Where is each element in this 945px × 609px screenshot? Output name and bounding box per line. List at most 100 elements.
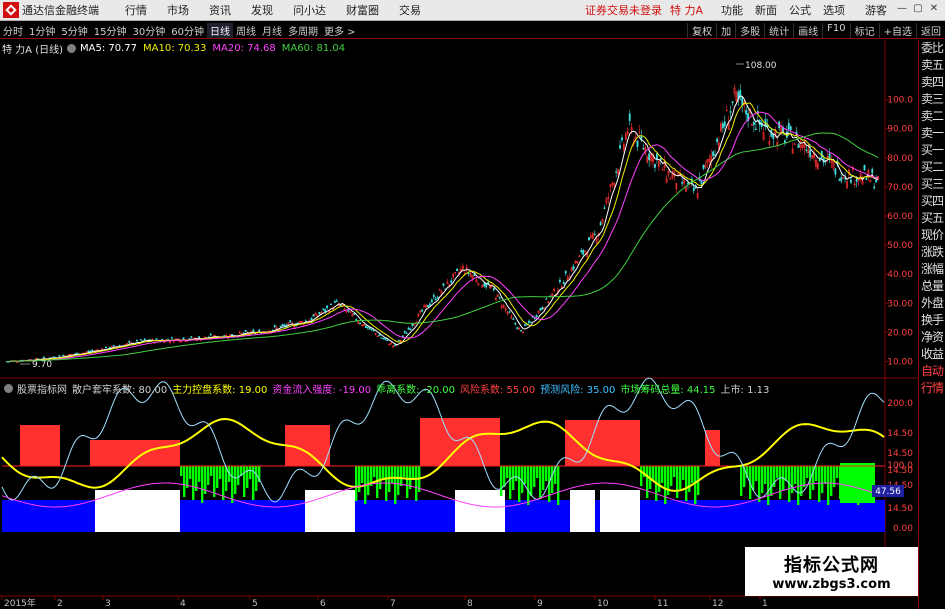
kline-chart-canvas[interactable]: 100.090.0080.0070.0060.0050.0040.0030.00… — [0, 0, 945, 609]
period-tab-daily[interactable]: 日线 — [206, 22, 233, 38]
side-item-17[interactable]: 净资 — [919, 329, 945, 346]
statistics-button[interactable]: 统计 — [764, 22, 793, 38]
candle-body — [182, 337, 185, 340]
menu-options[interactable]: 选项 — [817, 2, 851, 18]
indicator-settings-icon[interactable] — [4, 383, 13, 393]
candle-body — [403, 331, 406, 333]
candle-body — [805, 149, 808, 151]
side-item-7[interactable]: 买二 — [919, 159, 945, 176]
price-tick-label: 70.00 — [887, 183, 913, 193]
indicator-white-block — [95, 490, 180, 532]
menu-ask[interactable]: 问小达 — [283, 2, 336, 18]
add-button[interactable]: 加 — [716, 22, 735, 38]
indicator-green-bar — [358, 466, 361, 492]
period-tab-intraday[interactable]: 分时 — [0, 23, 26, 38]
indicator-green-bar — [664, 466, 667, 504]
period-tab-5min[interactable]: 5分钟 — [58, 23, 90, 38]
add-watchlist-button[interactable]: +自选 — [878, 22, 916, 38]
indicator-green-bar — [785, 466, 788, 481]
candle-body — [353, 313, 356, 315]
back-button[interactable]: 返回 — [916, 22, 945, 38]
candle-body — [485, 284, 488, 288]
guest-label[interactable]: 游客 — [865, 2, 887, 18]
side-item-10[interactable]: 买五 — [919, 210, 945, 227]
menu-wealth[interactable]: 财富圈 — [336, 2, 389, 18]
candle-body — [333, 301, 336, 303]
indicator-green-bar — [557, 466, 560, 505]
side-item-6[interactable]: 买一 — [919, 142, 945, 159]
side-item-14[interactable]: 总量 — [919, 278, 945, 295]
period-tab-multi[interactable]: 多周期 — [285, 23, 321, 38]
side-item-20[interactable]: 行情 — [919, 380, 945, 397]
side-item-16[interactable]: 换手 — [919, 312, 945, 329]
maximize-icon[interactable]: ▢ — [911, 3, 925, 17]
time-label: 11 — [657, 599, 668, 609]
candle-body — [772, 133, 775, 139]
indicator-green-bar — [500, 466, 503, 496]
candle-body — [483, 283, 486, 287]
candle-body — [411, 323, 414, 327]
candle-body — [335, 300, 338, 302]
price-tick-label: 50.00 — [887, 241, 913, 251]
indicator-green-bar — [506, 466, 509, 478]
menu-market[interactable]: 市场 — [157, 2, 199, 18]
side-item-8[interactable]: 买三 — [919, 176, 945, 193]
login-status[interactable]: 证券交易未登录 — [585, 2, 662, 18]
low-price-label: 9.70 — [32, 360, 52, 370]
multi-stock-button[interactable]: 多股 — [735, 22, 764, 38]
candle-body — [529, 321, 532, 323]
indicator-green-bar — [685, 466, 688, 501]
side-item-11[interactable]: 现价 — [919, 227, 945, 244]
side-item-4[interactable]: 卖二 — [919, 108, 945, 125]
menu-discover[interactable]: 发现 — [241, 2, 283, 18]
menu-new-page[interactable]: 新面 — [749, 2, 783, 18]
side-item-15[interactable]: 外盘 — [919, 295, 945, 312]
indicator-current-value: 47.56 — [875, 487, 901, 497]
candle-body — [797, 144, 800, 148]
close-icon[interactable]: ✕ — [927, 3, 941, 17]
menu-news[interactable]: 资讯 — [199, 2, 241, 18]
minimize-icon[interactable]: — — [895, 3, 909, 17]
side-item-12[interactable]: 涨跌 — [919, 244, 945, 261]
f10-button[interactable]: F10 — [822, 22, 849, 38]
time-label: 12 — [712, 599, 723, 609]
candle-body — [355, 319, 358, 321]
period-tab-60min[interactable]: 60分钟 — [168, 23, 207, 38]
candle-body — [729, 111, 732, 113]
side-item-13[interactable]: 涨幅 — [919, 261, 945, 278]
indicator-tick-label: 0.00 — [893, 524, 913, 534]
side-item-5[interactable]: 卖一 — [919, 125, 945, 142]
side-item-3[interactable]: 卖三 — [919, 91, 945, 108]
candle-body — [871, 168, 874, 174]
period-tab-30min[interactable]: 30分钟 — [129, 23, 168, 38]
chart-stock-title: 特 力A (日线) — [2, 44, 64, 56]
period-tab-monthly[interactable]: 月线 — [259, 23, 285, 38]
period-tab-more[interactable]: 更多 > — [321, 23, 359, 38]
adjust-button[interactable]: 复权 — [687, 22, 716, 38]
period-tab-15min[interactable]: 15分钟 — [91, 23, 130, 38]
side-item-2[interactable]: 卖四 — [919, 74, 945, 91]
indicator-toggle-icon[interactable] — [67, 43, 77, 53]
indicator-tick-label: 14.50 — [887, 449, 913, 459]
side-item-19[interactable]: 自动 — [919, 363, 945, 380]
candle-body — [58, 355, 61, 357]
indicator-green-bar — [210, 466, 213, 476]
side-item-1[interactable]: 卖五 — [919, 57, 945, 74]
menu-quotes[interactable]: 行情 — [115, 2, 157, 18]
menu-formula[interactable]: 公式 — [783, 2, 817, 18]
indicator-green-bar — [761, 466, 764, 493]
period-tab-weekly[interactable]: 周线 — [233, 23, 259, 38]
indicator-green-bar — [180, 466, 183, 476]
side-item-9[interactable]: 买四 — [919, 193, 945, 210]
candle-body — [809, 149, 812, 158]
time-label: 4 — [180, 599, 186, 609]
draw-line-button[interactable]: 画线 — [793, 22, 822, 38]
side-item-0[interactable]: 委比 — [919, 40, 945, 57]
mark-button[interactable]: 标记 — [849, 22, 879, 38]
side-item-18[interactable]: 收益 — [919, 346, 945, 363]
indicator-green-bar — [524, 466, 527, 484]
menu-trade[interactable]: 交易 — [389, 2, 431, 18]
menu-function[interactable]: 功能 — [715, 2, 749, 18]
indicator-green-bar — [536, 466, 539, 478]
period-tab-1min[interactable]: 1分钟 — [26, 23, 58, 38]
